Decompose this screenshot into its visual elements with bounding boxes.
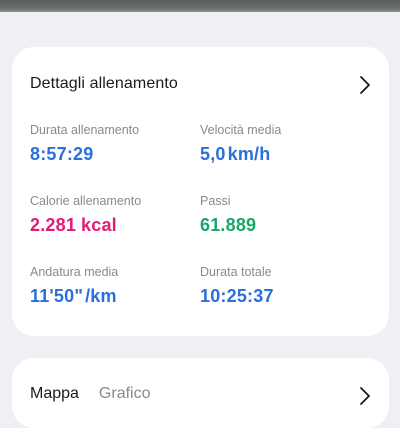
metric-workout-duration: Durata allenamento 8:57:29 [30,123,200,165]
metric-average-pace: Andatura media 11'50"/km [30,265,200,307]
map-chart-card: Mappa Grafico [12,358,389,428]
chevron-right-icon[interactable] [358,385,372,407]
map-chart-tabs: Mappa Grafico [30,385,151,403]
metric-label: Durata totale [200,265,272,279]
metric-label: Andatura media [30,265,119,279]
metric-unit: /km [85,286,117,306]
workout-details-header[interactable]: Dettagli allenamento [30,74,371,98]
metric-value: 61.889 [200,214,370,236]
metric-number: 5,0 [200,144,226,164]
metric-value: 2.281 kcal [30,214,200,236]
metric-value: 5,0 km/h [200,143,370,165]
tab-map[interactable]: Mappa [30,385,79,402]
metric-number: 10:25:37 [200,286,274,306]
metric-number: 8:57:29 [30,144,94,164]
header-image-strip [0,0,400,12]
workout-details-card: Dettagli allenamento Durata allenamento … [12,47,389,336]
metric-workout-calories: Calorie allenamento 2.281 kcal [30,194,200,236]
workout-details-title: Dettagli allenamento [30,75,178,92]
tab-chart[interactable]: Grafico [99,385,151,402]
chevron-right-icon[interactable] [358,74,372,96]
metric-label: Durata allenamento [30,123,140,137]
metric-total-duration: Durata totale 10:25:37 [200,265,370,307]
metric-value: 10:25:37 [200,285,370,307]
metric-label: Calorie allenamento [30,194,142,208]
metric-label: Passi [200,194,231,208]
metric-number: 2.281 [30,215,77,235]
metric-number: 11'50" [30,286,84,306]
metric-average-speed: Velocità media 5,0 km/h [200,123,370,165]
metric-value: 11'50"/km [30,285,200,307]
metric-unit: kcal [81,215,117,235]
metric-value: 8:57:29 [30,143,200,165]
metric-number: 61.889 [200,215,257,235]
metric-unit: km/h [227,144,271,164]
metric-steps: Passi 61.889 [200,194,370,236]
metric-label: Velocità media [200,123,282,137]
